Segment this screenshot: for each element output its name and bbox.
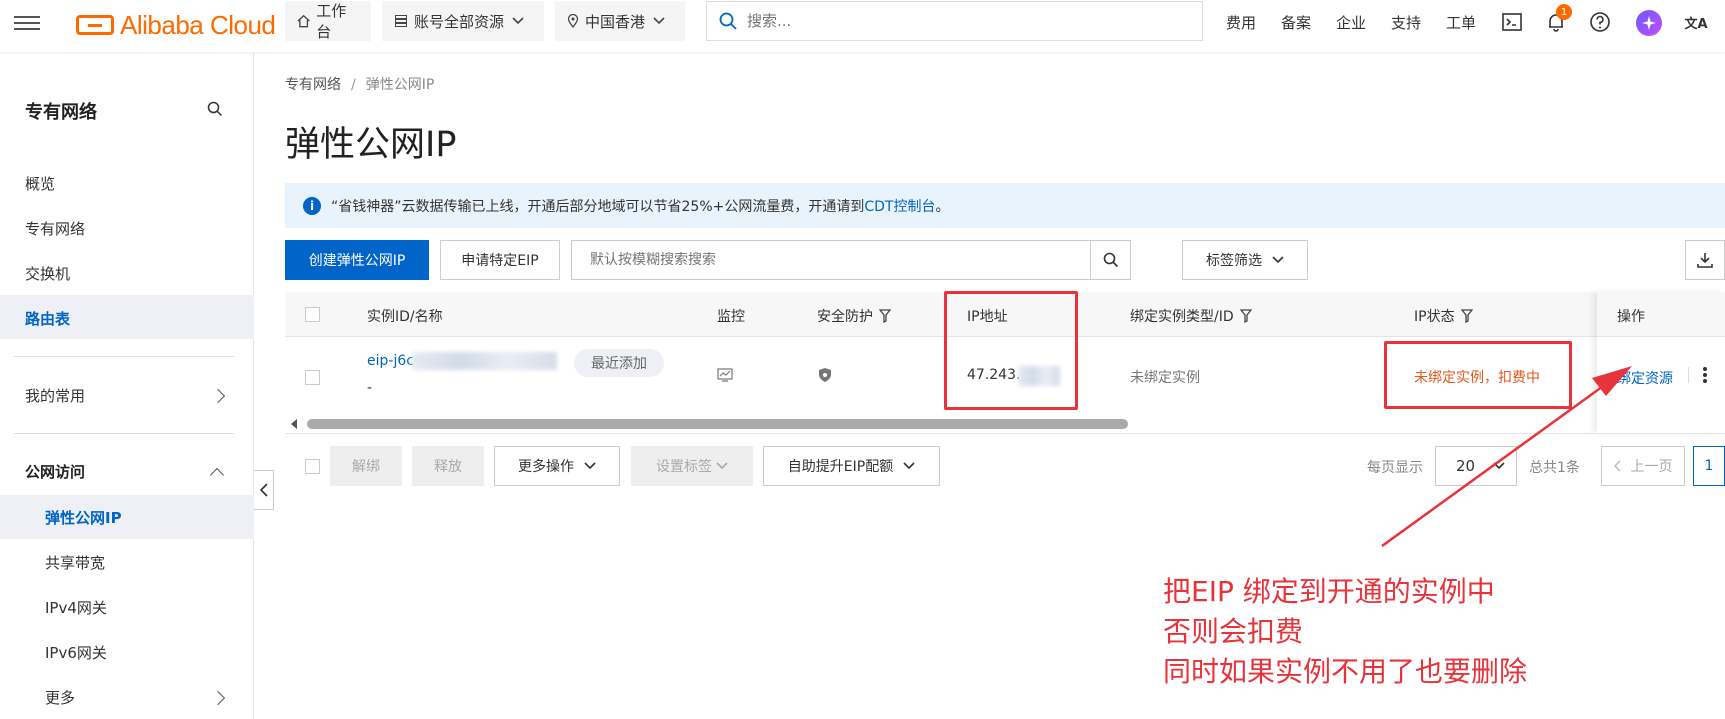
workbench-label: 工作台 [316,2,347,41]
nav-filing[interactable]: 备案 [1281,12,1311,33]
nav-support[interactable]: 支持 [1391,12,1421,33]
bell-icon[interactable]: 1 [1544,4,1572,34]
location-pin-icon [567,14,579,28]
region-selector[interactable]: 中国香港 [555,1,685,41]
nav-ticket[interactable]: 工单 [1446,12,1476,33]
nav-fees[interactable]: 费用 [1226,12,1256,33]
top-navbar: Alibaba Cloud 工作台 账号全部资源 中国香港 费用 备案 企业 支… [0,0,1725,52]
chevron-down-icon [653,17,665,25]
search-icon [719,12,737,30]
annotation-line-3: 同时如果实例不用了也要删除 [1163,655,1528,688]
home-icon [297,14,310,28]
region-label: 中国香港 [585,12,646,31]
logo-mark-icon [76,15,114,35]
terminal-icon[interactable] [1500,10,1524,34]
workbench-button[interactable]: 工作台 [285,1,371,41]
menu-icon[interactable] [14,12,40,36]
global-search[interactable] [706,1,1203,41]
chevron-down-icon [512,17,524,25]
resource-selector[interactable]: 账号全部资源 [382,1,544,41]
resource-label: 账号全部资源 [414,12,505,31]
language-icon[interactable]: 文A [1684,10,1708,34]
annotation-line-2: 否则会扣费 [1163,615,1304,648]
alibaba-cloud-logo[interactable]: Alibaba Cloud [76,8,276,42]
avatar[interactable] [1636,10,1662,36]
global-search-input[interactable] [747,12,1147,30]
notification-badge: 1 [1556,4,1572,20]
nav-enterprise[interactable]: 企业 [1336,12,1366,33]
annotation-line-1: 把EIP 绑定到开通的实例中 [1163,575,1495,608]
list-icon [395,15,407,27]
logo-text: Alibaba Cloud [120,9,276,40]
help-icon[interactable] [1588,10,1612,34]
